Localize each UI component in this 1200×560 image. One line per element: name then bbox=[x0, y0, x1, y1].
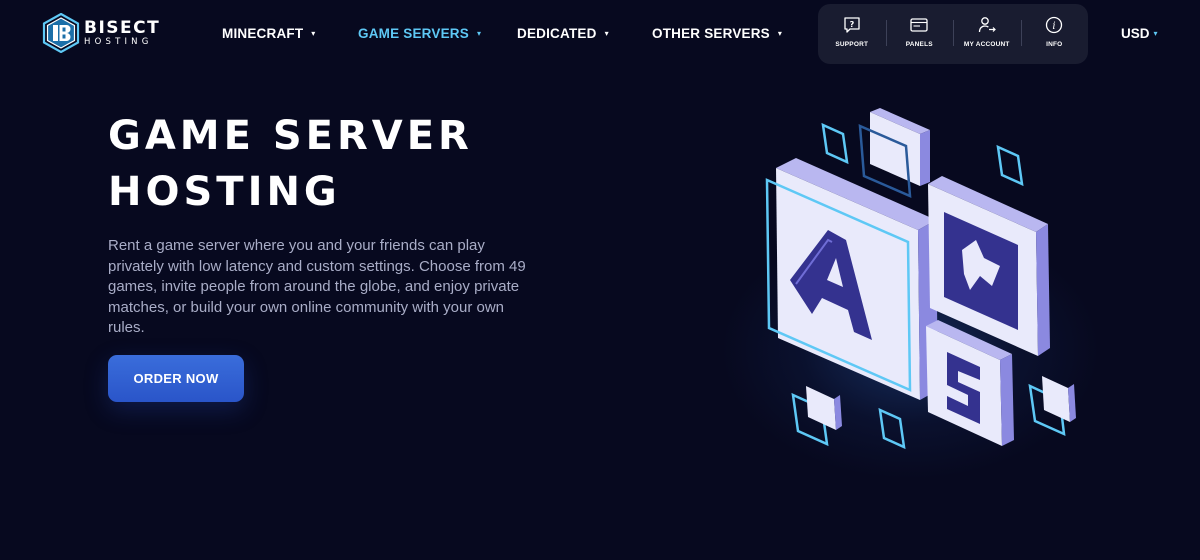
bisect-logo-icon bbox=[42, 13, 80, 53]
hero-title-line-1: GAME SERVER bbox=[108, 113, 473, 159]
caret-down-icon: ▾ bbox=[476, 29, 482, 38]
nav-item-label: MINECRAFT bbox=[222, 26, 304, 41]
bisect-hosting-logo[interactable]: BISECT HOSTING bbox=[42, 13, 160, 53]
nav-item-label: DEDICATED bbox=[517, 26, 597, 41]
caret-down-icon: ▾ bbox=[311, 29, 316, 38]
small-tile-bottom-right bbox=[1042, 376, 1076, 422]
small-tile-bottom-left bbox=[806, 386, 842, 430]
nav-item-label: GAME SERVERS bbox=[358, 26, 469, 41]
svg-text:?: ? bbox=[849, 20, 854, 29]
nav-item-other-servers[interactable]: OTHER SERVERS ▾ bbox=[652, 26, 782, 41]
panels-button[interactable]: PANELS bbox=[885, 4, 954, 64]
info-icon: i bbox=[1046, 16, 1063, 34]
caret-down-icon: ▾ bbox=[777, 29, 783, 38]
user-exit-icon bbox=[978, 17, 996, 33]
caret-down-icon: ▾ bbox=[1153, 29, 1158, 38]
support-label: SUPPORT bbox=[835, 41, 869, 48]
window-panel-icon bbox=[910, 18, 928, 32]
order-now-button[interactable]: ORDER NOW bbox=[108, 355, 244, 402]
support-button[interactable]: ? SUPPORT bbox=[818, 4, 886, 64]
tile-a bbox=[765, 158, 938, 400]
hero-title: GAME SERVER HOSTING bbox=[108, 108, 628, 220]
game-tiles-illustration bbox=[765, 108, 1076, 450]
account-panel: ? SUPPORT PANELS MY ACCOUNT i INFO bbox=[818, 4, 1088, 64]
info-button[interactable]: i INFO bbox=[1020, 4, 1089, 64]
my-account-label: MY ACCOUNT bbox=[963, 41, 1010, 48]
nav-item-minecraft[interactable]: MINECRAFT ▾ bbox=[222, 26, 316, 41]
currency-label: USD bbox=[1121, 26, 1150, 41]
panels-label: PANELS bbox=[905, 41, 933, 48]
hero-title-line-2: HOSTING bbox=[108, 169, 341, 215]
hero-description: Rent a game server where you and your fr… bbox=[108, 237, 526, 336]
nav-item-label: OTHER SERVERS bbox=[652, 26, 770, 41]
top-navigation-bar: BISECT HOSTING MINECRAFT ▾ GAME SERVERS … bbox=[0, 0, 1200, 68]
caret-down-icon: ▾ bbox=[604, 29, 609, 38]
my-account-button[interactable]: MY ACCOUNT bbox=[953, 4, 1021, 64]
svg-text:i: i bbox=[1053, 21, 1056, 32]
nav-item-game-servers[interactable]: GAME SERVERS ▾ bbox=[358, 26, 481, 41]
logo-name-bottom: HOSTING bbox=[84, 36, 153, 47]
logo-wordmark: BISECT HOSTING bbox=[84, 17, 161, 47]
small-tile-top bbox=[858, 108, 930, 198]
nav-item-dedicated[interactable]: DEDICATED ▾ bbox=[517, 26, 609, 41]
question-bubble-icon: ? bbox=[844, 17, 860, 33]
currency-selector[interactable]: USD ▾ bbox=[1121, 26, 1158, 41]
info-label: INFO bbox=[1046, 41, 1063, 48]
logo-name-top: BISECT bbox=[84, 17, 161, 38]
